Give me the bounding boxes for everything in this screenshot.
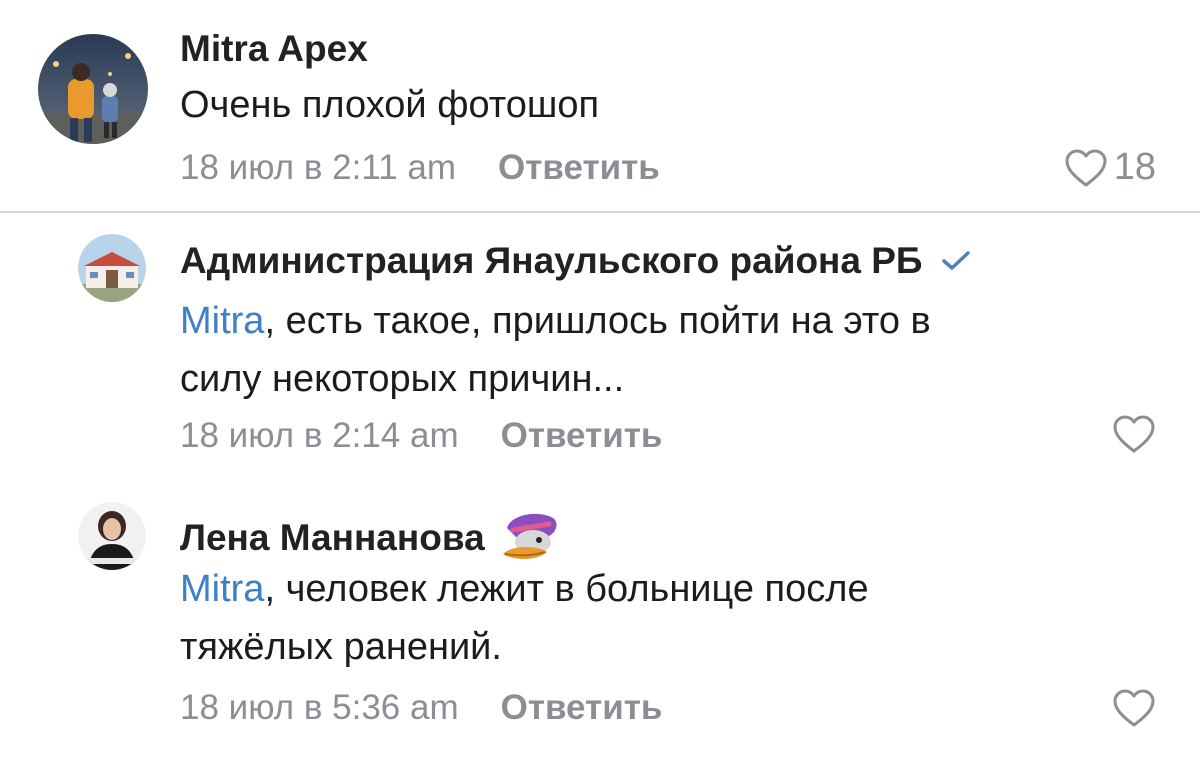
heart-outline-icon bbox=[1112, 414, 1156, 454]
comment-meta: 18 июл в 2:11 am Ответить bbox=[180, 148, 660, 188]
like-button[interactable]: 18 bbox=[1064, 146, 1156, 189]
heart-outline-icon bbox=[1064, 148, 1108, 188]
comment-line-2: силу некоторых причин... bbox=[180, 358, 625, 400]
comment-text: Mitra, человек лежит в больнице после тя… bbox=[180, 560, 1140, 676]
comment-line-2: тяжёлых ранений. bbox=[180, 626, 502, 668]
like-button[interactable] bbox=[1112, 414, 1156, 454]
comment-author[interactable]: Администрация Янаульского района РБ bbox=[180, 240, 971, 282]
comment-date[interactable]: 18 июл в 2:14 am bbox=[180, 416, 459, 456]
avatar[interactable] bbox=[38, 34, 148, 144]
avatar[interactable] bbox=[78, 502, 146, 570]
like-count: 18 bbox=[1113, 146, 1156, 188]
comment-body: Очень плохой фотошоп bbox=[180, 84, 600, 126]
reply-button[interactable]: Ответить bbox=[501, 416, 663, 456]
comment-text: Mitra, есть такое, пришлось пойти на это… bbox=[180, 292, 1140, 408]
author-name[interactable]: Администрация Янаульского района РБ bbox=[180, 240, 923, 282]
duck-sticker bbox=[499, 508, 565, 568]
comment-text: Очень плохой фотошоп bbox=[180, 76, 1140, 134]
comment-author[interactable]: Лена Маннанова bbox=[180, 508, 565, 568]
checkmark-icon bbox=[941, 249, 971, 273]
avatar[interactable] bbox=[78, 234, 146, 302]
mention-link[interactable]: Mitra bbox=[180, 568, 264, 610]
comment-meta: 18 июл в 2:14 am Ответить bbox=[180, 416, 662, 456]
comment-date[interactable]: 18 июл в 2:11 am bbox=[180, 148, 456, 188]
comment-line-1: Mitra, человек лежит в больнице после bbox=[180, 560, 1140, 618]
like-button[interactable] bbox=[1112, 688, 1156, 728]
author-name[interactable]: Mitra Apex bbox=[180, 28, 368, 70]
divider bbox=[0, 211, 1200, 213]
mention-link[interactable]: Mitra bbox=[180, 300, 264, 342]
comment-body: , есть такое, пришлось пойти на это в bbox=[264, 300, 931, 342]
heart-outline-icon bbox=[1112, 688, 1156, 728]
comment-line-1: Mitra, есть такое, пришлось пойти на это… bbox=[180, 292, 1140, 350]
reply-button[interactable]: Ответить bbox=[501, 688, 663, 728]
comment-body: , человек лежит в больнице после bbox=[264, 568, 869, 610]
author-name[interactable]: Лена Маннанова bbox=[180, 517, 485, 559]
reply-button[interactable]: Ответить bbox=[498, 148, 660, 188]
comment-date[interactable]: 18 июл в 5:36 am bbox=[180, 688, 459, 728]
comment-author[interactable]: Mitra Apex bbox=[180, 28, 368, 70]
comment-meta: 18 июл в 5:36 am Ответить bbox=[180, 688, 662, 728]
